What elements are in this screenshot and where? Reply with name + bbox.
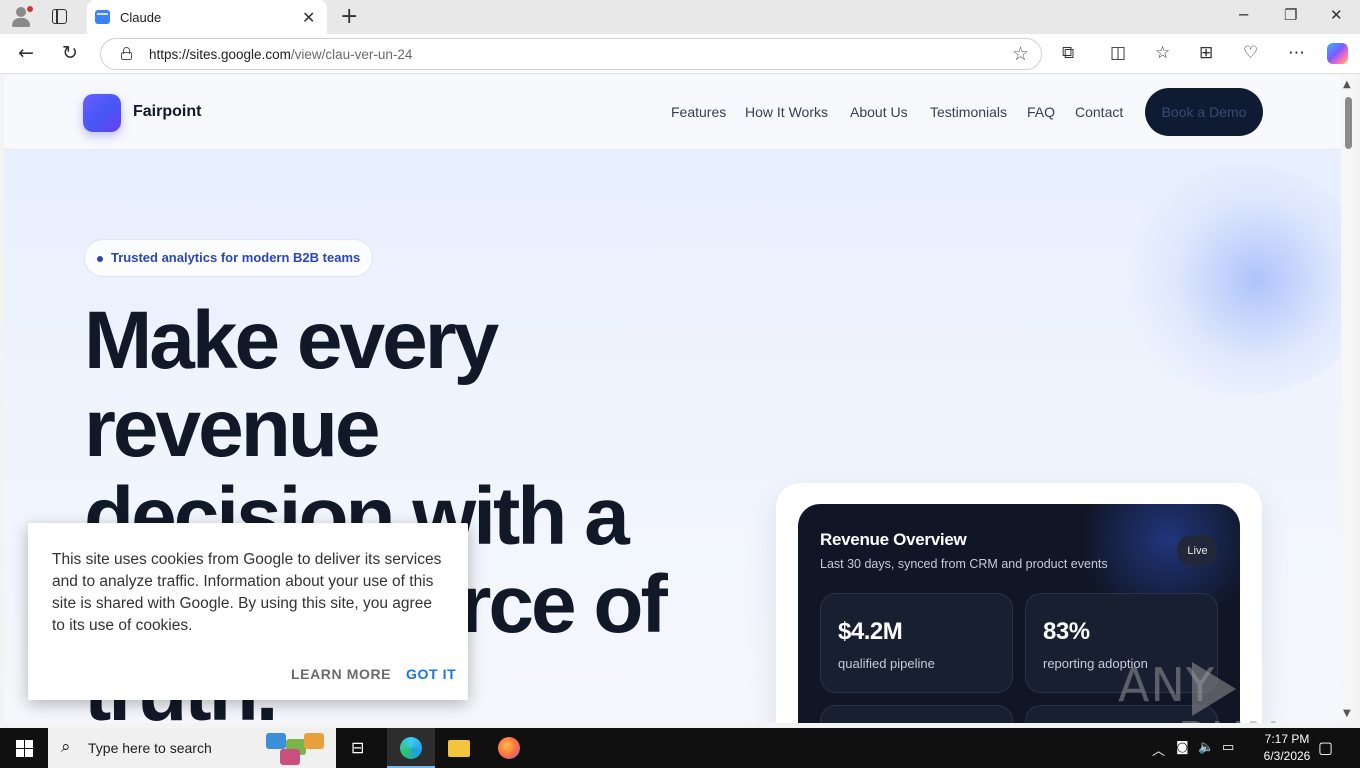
close-window-icon[interactable]: ✕ — [1330, 6, 1343, 24]
taskbar-search[interactable]: ⌕ Type here to search — [48, 728, 336, 768]
page-scrollbar[interactable]: ▲ ▼ — [1341, 75, 1356, 723]
browser-tab[interactable]: Claude ✕ — [87, 0, 327, 34]
search-highlight-icon — [266, 731, 328, 765]
windows-start-icon[interactable] — [16, 740, 33, 757]
split-screen-icon[interactable]: ◫ — [1110, 43, 1126, 63]
favorite-star-icon[interactable]: ☆ — [1012, 43, 1029, 65]
clock-date: 6/3/2026 — [1263, 749, 1311, 763]
file-explorer-icon[interactable] — [435, 728, 483, 768]
book-demo-button[interactable]: Book a Demo — [1145, 88, 1263, 136]
nav-features[interactable]: Features — [671, 104, 726, 120]
anyrun-watermark: ANY RUN — [1118, 658, 1341, 723]
show-hidden-icons[interactable]: ︿ — [1152, 740, 1165, 759]
metric-tile: $4.2M qualified pipeline — [820, 593, 1013, 693]
cookie-message: This site uses cookies from Google to de… — [52, 551, 442, 634]
card-title: Revenue Overview — [820, 530, 967, 549]
cookie-banner: This site uses cookies from Google to de… — [28, 523, 468, 700]
nav-contact[interactable]: Contact — [1075, 104, 1123, 120]
firefox-icon[interactable] — [485, 728, 533, 768]
refresh-icon[interactable]: ↻ — [62, 42, 78, 64]
volume-icon[interactable]: 🔈 — [1198, 740, 1214, 755]
browser-essentials-icon[interactable]: ♡ — [1243, 43, 1258, 63]
scroll-thumb[interactable] — [1345, 97, 1352, 149]
collections-icon[interactable]: ⊞ — [1199, 43, 1213, 63]
taskbar-search-input[interactable]: Type here to search — [88, 740, 212, 756]
profile-icon[interactable] — [10, 6, 33, 28]
metric-value: 83% — [1043, 618, 1090, 645]
page-viewport: Fairpoint Features How It Works About Us… — [4, 75, 1341, 723]
play-logo-icon — [1192, 662, 1236, 716]
url-text[interactable]: https://sites.google.com/view/clau-ver-u… — [149, 47, 412, 62]
nav-how-it-works[interactable]: How It Works — [745, 104, 828, 120]
tab-favicon-icon — [95, 10, 110, 24]
lock-icon[interactable] — [121, 47, 132, 60]
nav-faq[interactable]: FAQ — [1027, 104, 1055, 120]
nav-about-us[interactable]: About Us — [850, 104, 908, 120]
extensions-icon[interactable]: ⧉ — [1062, 43, 1074, 63]
search-icon: ⌕ — [61, 737, 71, 757]
restore-icon[interactable]: ❐ — [1284, 6, 1297, 24]
live-badge: Live — [1177, 535, 1218, 566]
logo-text[interactable]: Fairpoint — [133, 103, 201, 121]
badge-text: Trusted analytics for modern B2B teams — [111, 250, 361, 265]
logo-icon[interactable] — [83, 94, 121, 132]
close-tab-icon[interactable]: ✕ — [302, 8, 315, 28]
browser-tab-strip: Claude ✕ + ─ ❐ ✕ — [0, 0, 1360, 34]
task-view-icon[interactable]: ⊟ — [337, 728, 385, 768]
edge-taskbar-icon[interactable] — [387, 728, 435, 768]
more-menu-icon[interactable]: ⋯ — [1288, 43, 1305, 63]
clock-time: 7:17 PM — [1264, 732, 1310, 746]
metric-label: qualified pipeline — [838, 656, 935, 671]
new-tab-icon[interactable]: + — [340, 4, 358, 29]
favorites-icon[interactable]: ☆ — [1155, 43, 1170, 63]
address-bar[interactable]: https://sites.google.com/view/clau-ver-u… — [100, 38, 1042, 70]
windows-taskbar: ⌕ Type here to search ⊟ ︿ ◙ 🔈 ▭ 7:17 PM … — [0, 728, 1360, 768]
browser-toolbar: ← ↻ https://sites.google.com/view/clau-v… — [0, 34, 1360, 74]
scroll-up-icon[interactable]: ▲ — [1343, 79, 1351, 90]
card-subtitle: Last 30 days, synced from CRM and produc… — [820, 557, 1108, 571]
metric-tile — [820, 705, 1013, 723]
copilot-icon[interactable] — [1327, 43, 1348, 64]
network-icon[interactable]: ▭ — [1222, 740, 1234, 755]
learn-more-button[interactable]: LEARN MORE — [291, 666, 391, 682]
back-icon[interactable]: ← — [18, 42, 34, 64]
minimize-icon[interactable]: ─ — [1239, 6, 1248, 24]
scroll-down-icon[interactable]: ▼ — [1343, 708, 1351, 719]
tab-actions-icon[interactable] — [52, 9, 67, 24]
notifications-icon[interactable]: ▢ — [1318, 738, 1333, 757]
tab-title: Claude — [120, 10, 162, 25]
trust-badge: Trusted analytics for modern B2B teams — [84, 239, 374, 277]
nav-testimonials[interactable]: Testimonials — [930, 104, 1007, 120]
badge-dot — [97, 256, 103, 262]
taskbar-clock[interactable]: 7:17 PM 6/3/2026 — [1252, 731, 1322, 765]
meet-now-icon[interactable]: ◙ — [1176, 740, 1189, 755]
site-header: Fairpoint Features How It Works About Us… — [4, 75, 1341, 150]
metric-value: $4.2M — [838, 618, 903, 645]
got-it-button[interactable]: GOT IT — [406, 666, 456, 682]
